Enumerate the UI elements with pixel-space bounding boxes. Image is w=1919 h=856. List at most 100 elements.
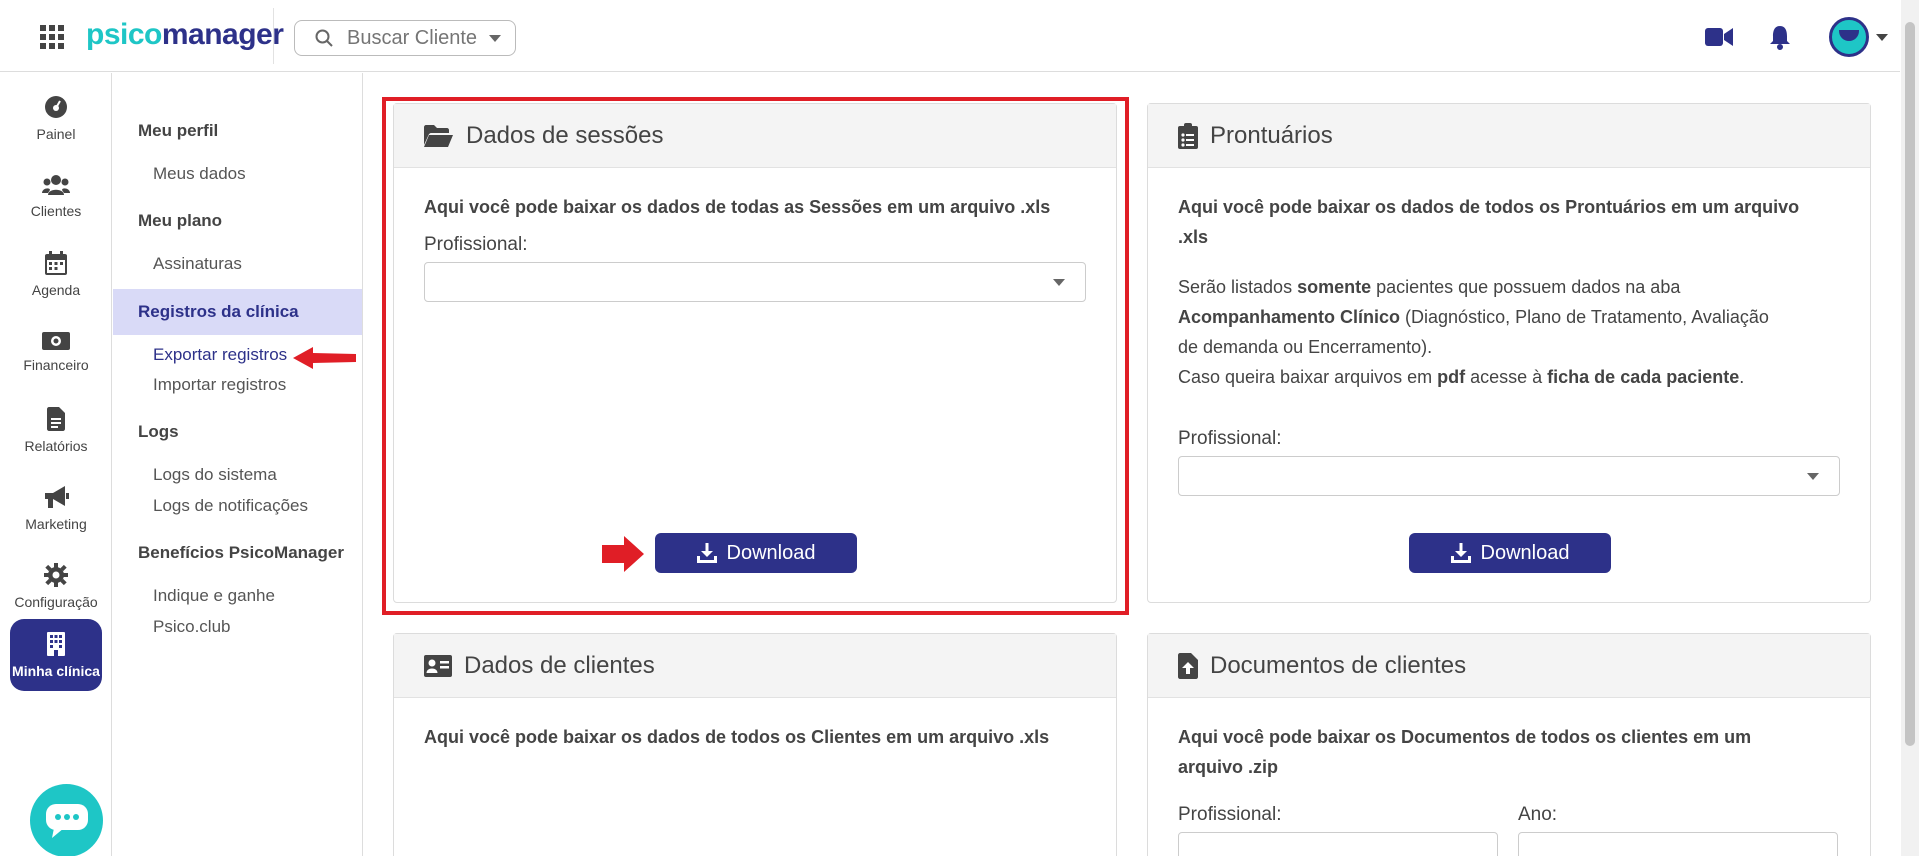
submenu-heading: Logs	[138, 422, 179, 441]
card-documentos-clientes: Documentos de clientes Aqui você pode ba…	[1147, 633, 1871, 856]
card-prontuarios: Prontuários Aqui você pode baixar os dad…	[1147, 103, 1871, 603]
submenu-heading: Meu perfil	[138, 121, 219, 140]
submenu-heading: Benefícios PsicoManager	[138, 543, 344, 562]
search-placeholder: Buscar Cliente	[347, 26, 478, 49]
download-icon	[1450, 543, 1471, 563]
chat-icon	[45, 803, 88, 838]
card-title: Dados de sessões	[466, 121, 664, 149]
nav-item-agenda[interactable]: Agenda	[10, 239, 102, 309]
download-button[interactable]: Download	[1409, 533, 1611, 573]
chevron-down-icon	[489, 34, 502, 42]
card-header: Dados de clientes	[394, 634, 1116, 698]
submenu-link-indique-ganhe[interactable]: Indique e ganhe	[153, 586, 275, 606]
user-menu[interactable]	[1829, 17, 1888, 57]
id-card-icon	[424, 654, 452, 677]
gear-icon	[44, 562, 68, 587]
submenu-heading-active[interactable]: Registros da clínica	[138, 302, 299, 322]
users-icon	[42, 174, 70, 195]
clipboard-list-icon	[1178, 122, 1198, 149]
settings-submenu: Meu perfil Meus dados Meu plano Assinatu…	[113, 73, 363, 856]
info-paragraph-line: Caso queira baixar arquivos em pdf acess…	[1178, 362, 1840, 392]
text-fragment: Serão listados	[1178, 277, 1298, 297]
arrow-left-annotation-icon	[293, 347, 356, 369]
text-fragment: .	[1739, 367, 1745, 387]
top-bar: psicomanager Buscar Cliente	[0, 0, 1900, 72]
submenu-link-logs-notificacoes[interactable]: Logs de notificações	[153, 496, 308, 516]
text-fragment: acesse à	[1465, 367, 1548, 387]
card-title: Prontuários	[1210, 121, 1333, 149]
card-description: Aqui você pode baixar os dados de todos …	[424, 727, 1050, 747]
scrollbar-thumb[interactable]	[1905, 22, 1915, 746]
card-description: Aqui você pode baixar os dados de todas …	[424, 197, 1051, 217]
card-header: Documentos de clientes	[1148, 634, 1870, 698]
text-fragment: Caso queira baixar arquivos em	[1178, 367, 1438, 387]
info-paragraph-line: Acompanhamento Clínico (Diagnóstico, Pla…	[1178, 302, 1840, 332]
nav-item-minha-clinica[interactable]: Minha clínica	[10, 619, 102, 691]
folder-open-icon	[424, 124, 453, 147]
card-description-line2: arquivo .zip	[1178, 757, 1279, 777]
card-dados-sessoes: Dados de sessões Aqui você pode baixar o…	[393, 103, 1117, 603]
field-label: Ano:	[1518, 804, 1558, 825]
avatar	[1829, 17, 1869, 57]
info-paragraph-line: Serão listados somente pacientes que pos…	[1178, 272, 1840, 302]
nav-item-clientes[interactable]: Clientes	[10, 161, 102, 231]
search-icon	[315, 29, 333, 47]
chat-support-button[interactable]	[30, 784, 103, 856]
field-label: Profissional:	[1178, 428, 1282, 449]
nav-item-financeiro[interactable]: Financeiro	[10, 317, 102, 387]
apps-grid-icon[interactable]	[40, 25, 64, 49]
nav-item-marketing[interactable]: Marketing	[10, 473, 102, 543]
nav-label: Agenda	[31, 281, 81, 298]
calendar-icon	[45, 250, 67, 275]
submenu-link-exportar-registros[interactable]: Exportar registros	[153, 345, 287, 365]
submenu-link-assinaturas[interactable]: Assinaturas	[153, 254, 242, 274]
profissional-select[interactable]	[1178, 832, 1498, 856]
logo-part-psico: psico	[86, 18, 162, 51]
card-title: Dados de clientes	[464, 651, 655, 679]
field-label: Profissional:	[1178, 804, 1282, 825]
report-icon	[47, 406, 65, 431]
nav-label: Financeiro	[23, 356, 89, 373]
profissional-select[interactable]	[424, 262, 1086, 302]
building-icon	[47, 631, 65, 656]
text-fragment-bold: pdf	[1437, 367, 1466, 387]
search-client-input[interactable]: Buscar Cliente	[294, 20, 516, 56]
download-button[interactable]: Download	[655, 533, 857, 573]
left-nav: Painel Clientes Agenda Financeiro Relató…	[0, 73, 112, 856]
money-icon	[42, 331, 70, 350]
nav-item-relatorios[interactable]: Relatórios	[10, 395, 102, 465]
info-paragraph-line: de demanda ou Encerramento).	[1178, 337, 1433, 357]
card-header: Dados de sessões	[394, 104, 1116, 168]
submenu-link-importar-registros[interactable]: Importar registros	[153, 375, 286, 395]
download-icon	[696, 543, 717, 563]
text-fragment-bold: somente	[1297, 277, 1372, 297]
video-camera-icon[interactable]	[1705, 26, 1733, 53]
profissional-select[interactable]	[1178, 456, 1840, 496]
ano-select[interactable]	[1518, 832, 1838, 856]
file-upload-icon	[1178, 652, 1198, 679]
dashboard-icon	[45, 95, 67, 118]
text-fragment-bold: ficha de cada paciente	[1547, 367, 1740, 387]
logo[interactable]: psicomanager	[86, 18, 284, 52]
nav-item-configuracao[interactable]: Configuração	[10, 551, 102, 621]
card-description-line1: Aqui você pode baixar os Documentos de t…	[1178, 727, 1752, 747]
bell-icon[interactable]	[1769, 24, 1791, 55]
submenu-link-logs-sistema[interactable]: Logs do sistema	[153, 465, 277, 485]
download-label: Download	[726, 541, 816, 564]
text-fragment-bold: Acompanhamento Clínico	[1178, 307, 1401, 327]
card-description-line1: Aqui você pode baixar os dados de todos …	[1178, 197, 1800, 217]
nav-label: Clientes	[30, 202, 82, 219]
divider	[273, 8, 274, 64]
chevron-down-icon	[1807, 473, 1819, 480]
nav-item-painel[interactable]: Painel	[10, 83, 102, 153]
text-fragment: (Diagnóstico, Plano de Tratamento, Avali…	[1400, 307, 1769, 327]
card-description-line2: .xls	[1178, 227, 1209, 247]
profissional-field: Profissional:	[1178, 804, 1518, 856]
submenu-link-meus-dados[interactable]: Meus dados	[153, 164, 246, 184]
ano-field: Ano:	[1518, 804, 1838, 856]
submenu-heading: Meu plano	[138, 211, 223, 230]
submenu-link-psico-club[interactable]: Psico.club	[153, 617, 230, 637]
card-title: Documentos de clientes	[1210, 651, 1467, 679]
chevron-down-icon	[1053, 279, 1065, 286]
filter-row: Profissional: Ano:	[1178, 804, 1840, 856]
